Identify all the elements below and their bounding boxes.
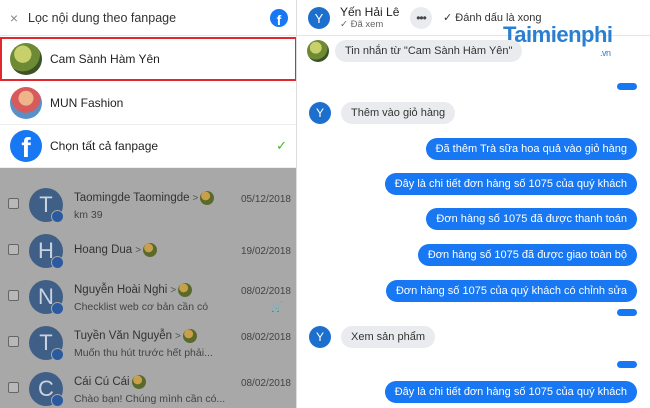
incoming-message: Y Thêm vào giỏ hàng [309,102,456,124]
row-checkbox[interactable] [8,198,19,209]
page-avatar-icon [200,191,215,205]
conversation-list: T Taomingde Taomingde > km 39 05/12/2018 … [0,168,296,408]
page-avatar [10,86,42,119]
message-bubble-outgoing: Đây là chi tiết đơn hàng số 1075 của quý… [384,173,637,195]
contact-name: Cái Cú Cái [74,376,130,389]
row-checkbox[interactable] [8,382,19,393]
message-bubble-outgoing: Đơn hàng số 1075 của quý khách có chỉnh … [385,280,637,302]
messenger-icon [51,348,64,361]
message-snippet: Muốn thu hút trước hết phải... [74,347,213,359]
user-avatar: Y [309,102,331,124]
message-bubble-outgoing: Đây là chi tiết đơn hàng số 1075 của quý… [384,381,637,403]
cart-icon: 🛒 [270,302,283,313]
message-bubble-outgoing: Đơn hàng số 1075 đã được thanh toán [426,208,637,230]
user-avatar: Y [309,326,331,348]
user-avatar: Y [308,7,330,29]
chevron-right-icon: > [175,330,181,342]
user-name[interactable]: Yến Hải Lê [340,5,399,19]
message-source: Tin nhắn từ "Cam Sành Hàm Yên" [307,40,523,62]
message-bubble-incoming: Xem sản phẩm [341,326,435,348]
incoming-message: Y Xem sản phẩm [309,326,435,348]
message-snippet: km 39 [74,209,103,221]
contact-name: Tuyền Văn Nguyễn [74,330,173,343]
message-date: 08/02/2018 [240,286,291,297]
message-date: 19/02/2018 [240,246,291,257]
fanpage-label: Cam Sành Hàm Yên [50,51,160,66]
fanpage-option-mun-fashion[interactable]: MUN Fashion [0,81,296,125]
page-avatar [10,42,42,75]
message-bubble-outgoing: Đơn hàng số 1075 đã được giao toàn bộ [417,244,637,266]
facebook-icon: f [270,8,288,27]
messenger-icon [51,256,64,269]
message-snippet: Chào bạn! Chúng mình cần có... [74,393,226,405]
page-avatar-icon [143,243,158,257]
chat-panel: Y Yến Hải Lê ✓ Đã xem ••• ✓ Đánh dấu là … [297,0,650,408]
conversation-row[interactable]: N Nguyễn Hoài Nghi > Checklist web cơ bản… [0,275,296,319]
message-bubble-outgoing [617,309,637,316]
page-avatar [307,40,329,62]
chevron-right-icon: > [170,284,177,296]
message-bubble-incoming: Thêm vào giỏ hàng [341,102,456,124]
conversation-row[interactable]: H Hoang Dua > 19/02/2018 [0,229,296,273]
check-icon: ✓ [276,138,287,153]
fanpage-option-cam-sanh[interactable]: Cam Sành Hàm Yên [0,37,296,81]
chevron-right-icon: > [135,244,142,256]
row-checkbox[interactable] [8,336,19,347]
row-checkbox[interactable] [8,290,19,301]
close-icon[interactable]: × [0,10,28,26]
page-avatar-icon [131,375,146,389]
source-label: Tin nhắn từ "Cam Sành Hàm Yên" [335,40,523,62]
page-avatar-icon [182,329,197,343]
message-snippet: Checklist web cơ bản cần có [74,301,209,313]
fanpage-option-select-all[interactable]: f Chọn tất cả fanpage ✓ [0,125,296,168]
seen-status: ✓ Đã xem [340,19,384,30]
message-date: 05/12/2018 [240,194,291,205]
contact-name: Hoang Dua [74,244,133,257]
message-bubble-outgoing: Đã thêm Trà sữa hoa quả vào giỏ hàng [425,138,637,160]
conversation-row[interactable]: T Tuyền Văn Nguyễn > Muốn thu hút trước h… [0,321,296,365]
facebook-icon: f [10,130,42,162]
messenger-icon [51,210,64,223]
messenger-icon [51,302,64,315]
message-bubble-outgoing [617,361,637,368]
messenger-icon [51,394,64,407]
page-avatar-icon [178,283,193,297]
filter-title: Lọc nội dung theo fanpage [28,10,177,25]
more-options-icon[interactable]: ••• [410,7,432,29]
fanpage-label: MUN Fashion [50,95,124,110]
fanpage-filter-header: × Lọc nội dung theo fanpage f [0,0,296,36]
conversation-panel: T Taomingde Taomingde > km 39 05/12/2018 … [0,0,297,408]
chevron-right-icon: > [192,192,199,204]
message-date: 08/02/2018 [240,378,291,389]
conversation-row[interactable]: C Cái Cú Cái Chào bạn! Chúng mình cần có… [0,367,296,408]
conversation-row[interactable]: T Taomingde Taomingde > km 39 05/12/2018 [0,183,296,227]
message-bubble-outgoing [617,83,637,90]
contact-name: Taomingde Taomingde [74,192,190,205]
row-checkbox[interactable] [8,244,19,255]
contact-name: Nguyễn Hoài Nghi [74,284,168,297]
fanpage-label: Chọn tất cả fanpage [50,139,159,153]
message-date: 08/02/2018 [240,332,291,343]
